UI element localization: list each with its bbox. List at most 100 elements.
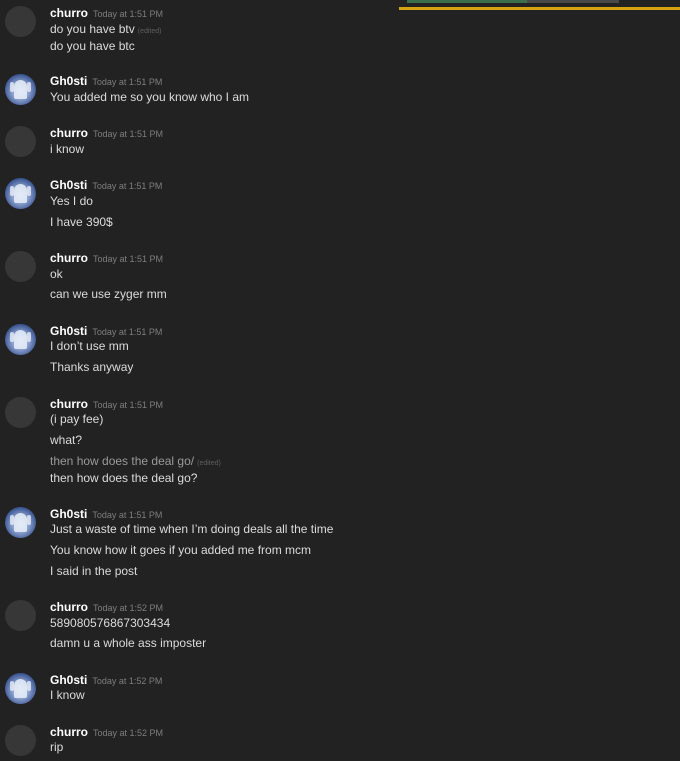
accent-underline [399, 7, 680, 10]
message-text: rip [50, 740, 63, 754]
timestamp: Today at 1:51 PM [93, 129, 164, 139]
default-avatar[interactable] [5, 6, 36, 37]
message-header: churro Today at 1:52 PM [50, 598, 163, 616]
ghost-arm-right [27, 82, 31, 92]
timestamp: Today at 1:51 PM [92, 181, 163, 191]
default-avatar[interactable] [5, 251, 36, 282]
ghost-arm-right [27, 186, 31, 196]
message-content: You added me so you know who I am [50, 90, 250, 104]
message-text: 589080576867303434 [50, 616, 170, 630]
message-header: Gh0sti Today at 1:51 PM [50, 505, 162, 523]
message-text: damn u a whole ass imposter [50, 636, 206, 650]
message-content: I know [50, 688, 85, 702]
message-text: Yes I do [50, 194, 93, 208]
username[interactable]: churro [50, 600, 88, 614]
message-text: I said in the post [50, 564, 137, 578]
ghost-arm-left [10, 681, 14, 691]
message-text: can we use zyger mm [50, 287, 167, 301]
ghost-figure-icon [14, 513, 27, 532]
message-content: (i pay fee) [50, 412, 104, 426]
ghost-avatar[interactable] [5, 324, 36, 355]
username[interactable]: Gh0sti [50, 74, 87, 88]
message-text: You know how it goes if you added me fro… [50, 543, 311, 557]
username[interactable]: Gh0sti [50, 324, 87, 338]
username[interactable]: Gh0sti [50, 178, 87, 192]
ghost-figure-icon [14, 80, 27, 99]
message-content: I don’t use mm [50, 339, 129, 353]
message-text: what? [50, 433, 82, 447]
message-content: do you have btc [50, 39, 135, 53]
message-content: Thanks anyway [50, 360, 134, 374]
default-avatar[interactable] [5, 725, 36, 756]
ghost-arm-left [10, 332, 14, 342]
message-text: Thanks anyway [50, 360, 133, 374]
ghost-arm-right [27, 515, 31, 525]
message-header: churro Today at 1:52 PM [50, 723, 163, 741]
timestamp: Today at 1:52 PM [92, 676, 163, 686]
username[interactable]: churro [50, 126, 88, 140]
message-content: 589080576867303434 [50, 616, 171, 630]
edited-tag: (edited) [197, 460, 221, 467]
default-avatar[interactable] [5, 397, 36, 428]
timestamp: Today at 1:51 PM [93, 400, 164, 410]
message-text: i know [50, 142, 84, 156]
message-text: do you have btc [50, 39, 135, 53]
message-content: then how does the deal go/ [50, 454, 195, 468]
message-text: I don’t use mm [50, 339, 129, 353]
ghost-arm-left [10, 82, 14, 92]
timestamp: Today at 1:52 PM [93, 728, 164, 738]
default-avatar[interactable] [5, 126, 36, 157]
username[interactable]: churro [50, 251, 88, 265]
timestamp: Today at 1:51 PM [92, 327, 163, 337]
edited-tag: (edited) [137, 28, 162, 35]
embed-preview-bar [399, 0, 680, 11]
timestamp: Today at 1:51 PM [92, 77, 163, 87]
message-content: rip [50, 740, 64, 754]
message-text: do you have btv (edited) [50, 22, 161, 36]
message-content: Yes I do [50, 194, 93, 208]
ghost-arm-right [27, 681, 31, 691]
message-text: (i pay fee) [50, 412, 103, 426]
message-text: ok [50, 267, 63, 281]
message-text: I know [50, 688, 85, 702]
message-content: damn u a whole ass imposter [50, 636, 207, 650]
message-text: You added me so you know who I am [50, 90, 249, 104]
username[interactable]: churro [50, 6, 88, 20]
message-text: then how does the deal go? [50, 471, 197, 485]
message-content: Just a waste of time when I’m doing deal… [50, 522, 334, 536]
default-avatar[interactable] [5, 600, 36, 631]
timestamp: Today at 1:51 PM [93, 9, 164, 19]
message-content: i know [50, 142, 85, 156]
message-content: what? [50, 433, 83, 447]
message-header: churro Today at 1:51 PM [50, 395, 163, 413]
ghost-avatar[interactable] [5, 178, 36, 209]
message-content: do you have btv [50, 22, 135, 36]
message-content: I have 390$ [50, 215, 113, 229]
ghost-avatar[interactable] [5, 507, 36, 538]
message-content: then how does the deal go? [50, 471, 198, 485]
message-text: then how does the deal go/(edited) [50, 454, 221, 468]
embed-preview-strip [407, 0, 619, 3]
username[interactable]: churro [50, 725, 88, 739]
message-text: Just a waste of time when I’m doing deal… [50, 522, 333, 536]
message-header: churro Today at 1:51 PM [50, 124, 163, 142]
message-content: can we use zyger mm [50, 287, 167, 301]
ghost-figure-icon [14, 184, 27, 203]
username[interactable]: churro [50, 397, 88, 411]
ghost-arm-right [27, 332, 31, 342]
embed-preview-highlight [407, 0, 527, 3]
message-header: Gh0sti Today at 1:51 PM [50, 72, 162, 90]
username[interactable]: Gh0sti [50, 673, 87, 687]
message-content: You know how it goes if you added me fro… [50, 543, 312, 557]
ghost-avatar[interactable] [5, 74, 36, 105]
username[interactable]: Gh0sti [50, 507, 87, 521]
message-header: Gh0sti Today at 1:51 PM [50, 176, 162, 194]
timestamp: Today at 1:51 PM [92, 510, 163, 520]
message-header: churro Today at 1:51 PM [50, 249, 163, 267]
timestamp: Today at 1:51 PM [93, 254, 164, 264]
ghost-avatar[interactable] [5, 673, 36, 704]
ghost-figure-icon [14, 330, 27, 349]
chat-log: churro Today at 1:51 PM do you have btv (ed… [0, 0, 680, 761]
ghost-arm-left [10, 515, 14, 525]
message-header: churro Today at 1:51 PM [50, 4, 163, 22]
